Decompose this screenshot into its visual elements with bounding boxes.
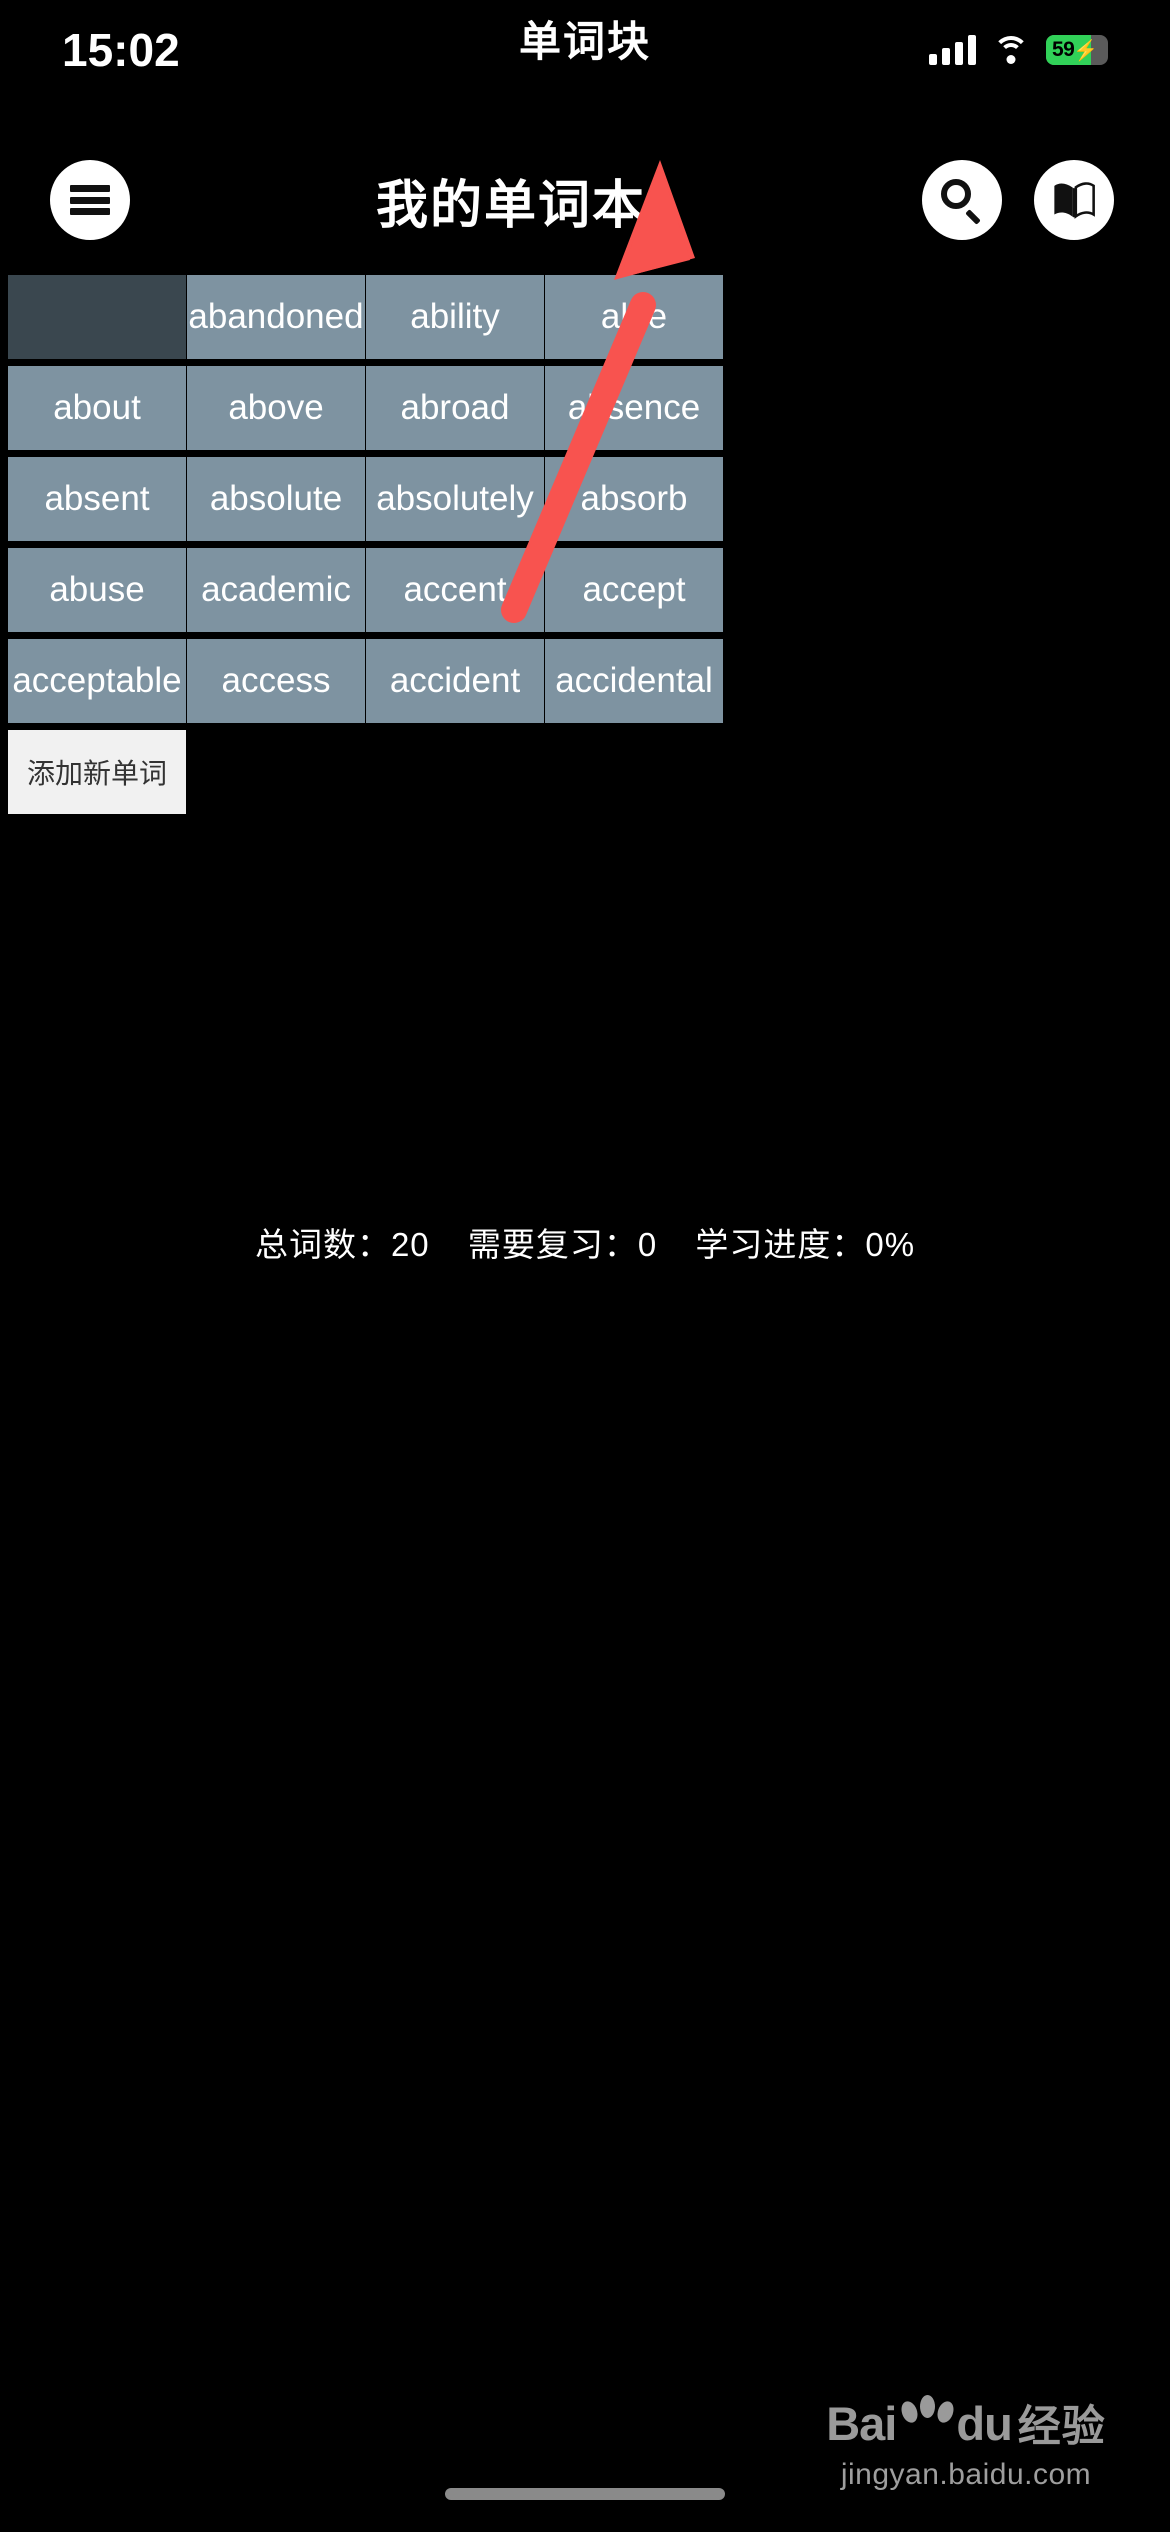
page-title: 我的单词本 xyxy=(375,176,646,235)
phone-screen: 15:02 单词块 59 ⚡ 我的单词本 abandoned ability a… xyxy=(0,0,1170,2532)
word-tile[interactable]: about xyxy=(8,366,186,450)
word-tile[interactable]: abandoned xyxy=(187,275,365,359)
word-tile[interactable]: accidental xyxy=(545,639,723,723)
watermark-brand-tail: du xyxy=(956,2396,1012,2450)
open-book-icon xyxy=(1054,182,1095,219)
word-tile[interactable]: abroad xyxy=(366,366,544,450)
empty-tile[interactable] xyxy=(8,275,186,359)
battery-icon: 59 ⚡ xyxy=(1046,35,1108,65)
word-tile[interactable]: academic xyxy=(187,548,365,632)
word-tile[interactable]: absent xyxy=(8,457,186,541)
watermark-brand: Bai xyxy=(826,2396,897,2450)
word-tile[interactable]: absolutely xyxy=(366,457,544,541)
learning-progress-label: 学习进度：0% xyxy=(695,1226,916,1263)
word-tile[interactable]: able xyxy=(545,275,723,359)
word-tile[interactable]: access xyxy=(187,639,365,723)
search-button[interactable] xyxy=(922,160,1002,240)
nav-actions xyxy=(922,160,1114,240)
status-bar: 15:02 单词块 59 ⚡ xyxy=(0,0,1170,100)
word-tile[interactable]: absorb xyxy=(545,457,723,541)
word-grid: abandoned ability able about above abroad abse… xyxy=(8,275,1162,814)
search-icon xyxy=(941,179,983,225)
watermark-url: jingyan.baidu.com xyxy=(840,2458,1092,2491)
stats-row: 总词数：20 需要复习：0 学习进度：0% xyxy=(0,1218,1170,1266)
book-button[interactable] xyxy=(1034,160,1114,240)
add-word-tile[interactable]: 添加新单词 xyxy=(8,730,186,814)
wifi-icon xyxy=(993,36,1029,64)
charging-bolt-icon: ⚡ xyxy=(1073,39,1099,62)
baidu-watermark: Bai du 经验 jingyan.baidu.com xyxy=(786,2392,1146,2492)
battery-percent-label: 59 xyxy=(1052,38,1075,61)
word-tile[interactable]: accept xyxy=(545,548,723,632)
paw-icon xyxy=(899,2395,957,2443)
word-tile[interactable]: abuse xyxy=(8,548,186,632)
word-tile[interactable]: accent xyxy=(366,548,544,632)
word-tile[interactable]: accident xyxy=(366,639,544,723)
watermark-brand-cn: 经验 xyxy=(1017,2403,1106,2451)
word-tile[interactable]: ability xyxy=(366,275,544,359)
word-tile[interactable]: acceptable xyxy=(8,639,186,723)
need-review-label: 需要复习：0 xyxy=(467,1226,658,1263)
word-tile[interactable]: above xyxy=(187,366,365,450)
navigation-bar: 我的单词本 xyxy=(0,160,1170,240)
word-tile[interactable]: absence xyxy=(545,366,723,450)
word-tile[interactable]: absolute xyxy=(187,457,365,541)
total-words-label: 总词数：20 xyxy=(254,1226,430,1263)
home-indicator[interactable] xyxy=(445,2488,725,2500)
